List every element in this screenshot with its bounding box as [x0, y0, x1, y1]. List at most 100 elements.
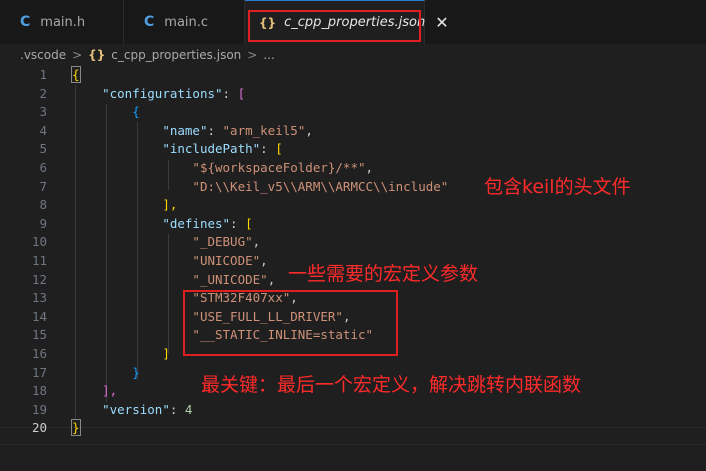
c-file-icon: C: [144, 14, 155, 30]
code-token: 4: [184, 401, 193, 417]
code-text: "includePath": [: [72, 140, 283, 159]
line-number: 18: [31, 383, 47, 399]
line-number: 6: [39, 160, 47, 175]
code-text: "version": 4: [72, 401, 192, 420]
code-text: }: [72, 364, 140, 383]
breadcrumb-folder[interactable]: .vscode: [20, 48, 66, 62]
code-token: {: [71, 66, 81, 83]
code-token: ,: [267, 271, 276, 287]
code-line[interactable]: 5 "includePath": [: [0, 140, 706, 159]
annotation-include: 包含keil的头文件: [484, 176, 631, 198]
line-number: 12: [31, 271, 47, 287]
breadcrumb-file[interactable]: c_cpp_properties.json: [111, 48, 241, 62]
line-number: 16: [31, 346, 47, 361]
breadcrumb: .vscode > {} c_cpp_properties.json > ...: [0, 44, 706, 66]
tab-label: main.c: [164, 14, 209, 30]
code-token: "UNICODE": [192, 253, 261, 268]
code-token: "includePath": [162, 141, 261, 157]
code-token: }: [71, 419, 81, 437]
code-line[interactable]: 10 "_DEBUG",: [0, 233, 706, 252]
code-token: ],: [162, 197, 178, 213]
code-line[interactable]: 1{: [0, 66, 706, 85]
line-number: 14: [31, 308, 47, 324]
line-number: 20: [31, 420, 47, 436]
code-token: :: [260, 141, 276, 157]
tab-highlight-box: [248, 10, 421, 42]
line-number: 7: [39, 178, 47, 194]
code-text: "${workspaceFolder}/**",: [72, 159, 373, 178]
code-token: "D:\\Keil_v5\\ARM\\ARMCC\\include": [192, 178, 449, 194]
c-file-icon: C: [20, 14, 31, 30]
code-token: [: [275, 141, 283, 157]
code-token: "_DEBUG": [192, 234, 253, 250]
line-number: 2: [39, 85, 47, 101]
annotation-defines: 一些需要的宏定义参数: [288, 263, 479, 285]
code-token: "configurations": [102, 85, 223, 101]
code-text: {: [71, 66, 81, 85]
code-text: "_UNICODE",: [72, 271, 275, 290]
line-number: 1: [39, 67, 47, 82]
tab-main-c[interactable]: C main.c: [124, 0, 245, 44]
code-text: "_DEBUG",: [72, 233, 260, 252]
chevron-right-icon: >: [72, 48, 83, 62]
line-number: 5: [39, 141, 47, 157]
code-token: ],: [102, 383, 118, 399]
code-line[interactable]: 2 "configurations": [: [0, 85, 706, 104]
code-token: ]: [162, 346, 170, 361]
code-text: }: [71, 419, 81, 438]
code-line[interactable]: 19 "version": 4: [0, 401, 706, 420]
code-token: :: [169, 401, 185, 417]
tab-label: main.h: [40, 14, 86, 30]
breadcrumb-more[interactable]: ...: [263, 48, 274, 62]
tab-main-h[interactable]: C main.h: [0, 0, 124, 44]
code-token: ,: [365, 160, 374, 175]
code-token: "arm_keil5": [222, 122, 306, 138]
chevron-right-icon: >: [247, 48, 258, 62]
json-file-icon: {}: [88, 48, 106, 62]
code-line[interactable]: 4 "name": "arm_keil5",: [0, 122, 706, 141]
code-token: ,: [252, 234, 261, 250]
code-token: {: [132, 104, 140, 120]
line-number: 19: [31, 401, 47, 417]
close-icon[interactable]: ✕: [435, 13, 448, 32]
code-text: "UNICODE",: [72, 252, 268, 271]
code-text: ],: [72, 382, 117, 401]
code-text: "name": "arm_keil5",: [72, 122, 313, 141]
code-token: "version": [102, 401, 170, 417]
code-text: "configurations": [: [72, 85, 245, 104]
code-token: ,: [260, 253, 268, 268]
code-token: }: [132, 364, 140, 380]
code-token: [: [237, 85, 246, 101]
line-number: 10: [31, 234, 47, 250]
code-text: "D:\\Keil_v5\\ARM\\ARMCC\\include": [72, 178, 448, 197]
code-line[interactable]: 9 "defines": [: [0, 215, 706, 234]
code-token: "${workspaceFolder}/**": [192, 160, 366, 175]
line-number: 3: [39, 104, 47, 120]
line-number: 15: [31, 327, 47, 343]
code-token: :: [230, 215, 246, 231]
code-line[interactable]: 20}: [0, 419, 706, 438]
code-token: :: [222, 85, 238, 101]
code-line[interactable]: 3 {: [0, 103, 706, 122]
code-text: ],: [72, 196, 177, 215]
code-token: :: [207, 122, 223, 138]
code-token: "_UNICODE": [192, 271, 268, 287]
code-token: ,: [305, 122, 313, 138]
line-number: 17: [31, 364, 47, 380]
code-token: [: [245, 215, 253, 231]
